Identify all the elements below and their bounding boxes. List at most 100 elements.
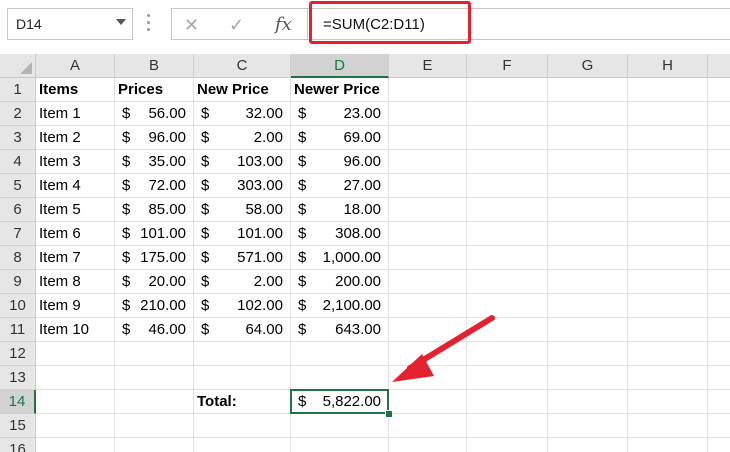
formula-bar-resize-handle[interactable] [147,14,151,34]
cell-b3[interactable]: $96.00 [115,126,194,150]
fill-handle[interactable] [385,410,393,418]
cell-h10[interactable] [628,294,708,318]
cell-partial[interactable] [708,342,730,366]
cell-g16[interactable] [548,438,628,452]
cell-c12[interactable] [194,342,291,366]
cell-a4[interactable]: Item 3 [36,150,115,174]
column-header-d[interactable]: D [291,54,389,78]
cell-a3[interactable]: Item 2 [36,126,115,150]
cell-a11[interactable]: Item 10 [36,318,115,342]
cell-b8[interactable]: $175.00 [115,246,194,270]
cell-f1[interactable] [467,78,548,102]
cell-e15[interactable] [389,414,467,438]
cell-d16[interactable] [291,438,389,452]
cell-g9[interactable] [548,270,628,294]
cell-g12[interactable] [548,342,628,366]
cell-a8[interactable]: Item 7 [36,246,115,270]
row-header-13[interactable]: 13 [0,366,36,390]
cell-g10[interactable] [548,294,628,318]
cell-g4[interactable] [548,150,628,174]
row-header-1[interactable]: 1 [0,78,36,102]
enter-check-icon[interactable]: ✓ [229,15,244,36]
cell-partial[interactable] [708,294,730,318]
cell-b10[interactable]: $210.00 [115,294,194,318]
row-header-16[interactable]: 16 [0,438,36,452]
cell-f8[interactable] [467,246,548,270]
cell-h11[interactable] [628,318,708,342]
column-header-a[interactable]: A [36,54,115,78]
cell-b6[interactable]: $85.00 [115,198,194,222]
cell-e2[interactable] [389,102,467,126]
cell-c2[interactable]: $32.00 [194,102,291,126]
cell-e9[interactable] [389,270,467,294]
cell-b2[interactable]: $56.00 [115,102,194,126]
cell-d4[interactable]: $96.00 [291,150,389,174]
cell-h9[interactable] [628,270,708,294]
cell-partial[interactable] [708,318,730,342]
cell-c7[interactable]: $101.00 [194,222,291,246]
cell-e14[interactable] [389,390,467,414]
cell-partial[interactable] [708,150,730,174]
cell-a10[interactable]: Item 9 [36,294,115,318]
row-header-7[interactable]: 7 [0,222,36,246]
cell-c16[interactable] [194,438,291,452]
cell-f3[interactable] [467,126,548,150]
cell-partial[interactable] [708,390,730,414]
cell-b5[interactable]: $72.00 [115,174,194,198]
cell-g6[interactable] [548,198,628,222]
column-header-c[interactable]: C [194,54,291,78]
cell-partial[interactable] [708,414,730,438]
cell-c5[interactable]: $303.00 [194,174,291,198]
column-header-e[interactable]: E [389,54,467,78]
cell-a12[interactable] [36,342,115,366]
cell-c1[interactable]: New Price [194,78,291,102]
cell-d11[interactable]: $643.00 [291,318,389,342]
cell-d1[interactable]: Newer Price [291,78,389,102]
cell-e1[interactable] [389,78,467,102]
cell-e16[interactable] [389,438,467,452]
cell-b12[interactable] [115,342,194,366]
row-header-15[interactable]: 15 [0,414,36,438]
cell-a13[interactable] [36,366,115,390]
cell-f9[interactable] [467,270,548,294]
select-all-button[interactable] [0,54,36,78]
cell-g13[interactable] [548,366,628,390]
cell-e6[interactable] [389,198,467,222]
row-header-3[interactable]: 3 [0,126,36,150]
cell-h7[interactable] [628,222,708,246]
row-header-14[interactable]: 14 [0,390,36,414]
cell-a1[interactable]: Items [36,78,115,102]
cell-c13[interactable] [194,366,291,390]
cell-h1[interactable] [628,78,708,102]
cell-d14[interactable]: $5,822.00 [291,390,389,414]
cell-c3[interactable]: $2.00 [194,126,291,150]
cell-d15[interactable] [291,414,389,438]
cell-a14[interactable] [36,390,115,414]
cell-c15[interactable] [194,414,291,438]
cell-h4[interactable] [628,150,708,174]
cell-f4[interactable] [467,150,548,174]
cell-d6[interactable]: $18.00 [291,198,389,222]
row-header-11[interactable]: 11 [0,318,36,342]
cell-a9[interactable]: Item 8 [36,270,115,294]
cell-g5[interactable] [548,174,628,198]
cell-g15[interactable] [548,414,628,438]
cell-a5[interactable]: Item 4 [36,174,115,198]
cell-h15[interactable] [628,414,708,438]
cell-c10[interactable]: $102.00 [194,294,291,318]
cell-d3[interactable]: $69.00 [291,126,389,150]
cell-partial[interactable] [708,438,730,452]
cell-h16[interactable] [628,438,708,452]
cell-d12[interactable] [291,342,389,366]
row-header-8[interactable]: 8 [0,246,36,270]
column-header-b[interactable]: B [115,54,194,78]
cell-h14[interactable] [628,390,708,414]
cell-f2[interactable] [467,102,548,126]
cell-c8[interactable]: $571.00 [194,246,291,270]
cell-f15[interactable] [467,414,548,438]
cell-b15[interactable] [115,414,194,438]
cell-b9[interactable]: $20.00 [115,270,194,294]
cell-b16[interactable] [115,438,194,452]
cell-a16[interactable] [36,438,115,452]
cell-f16[interactable] [467,438,548,452]
